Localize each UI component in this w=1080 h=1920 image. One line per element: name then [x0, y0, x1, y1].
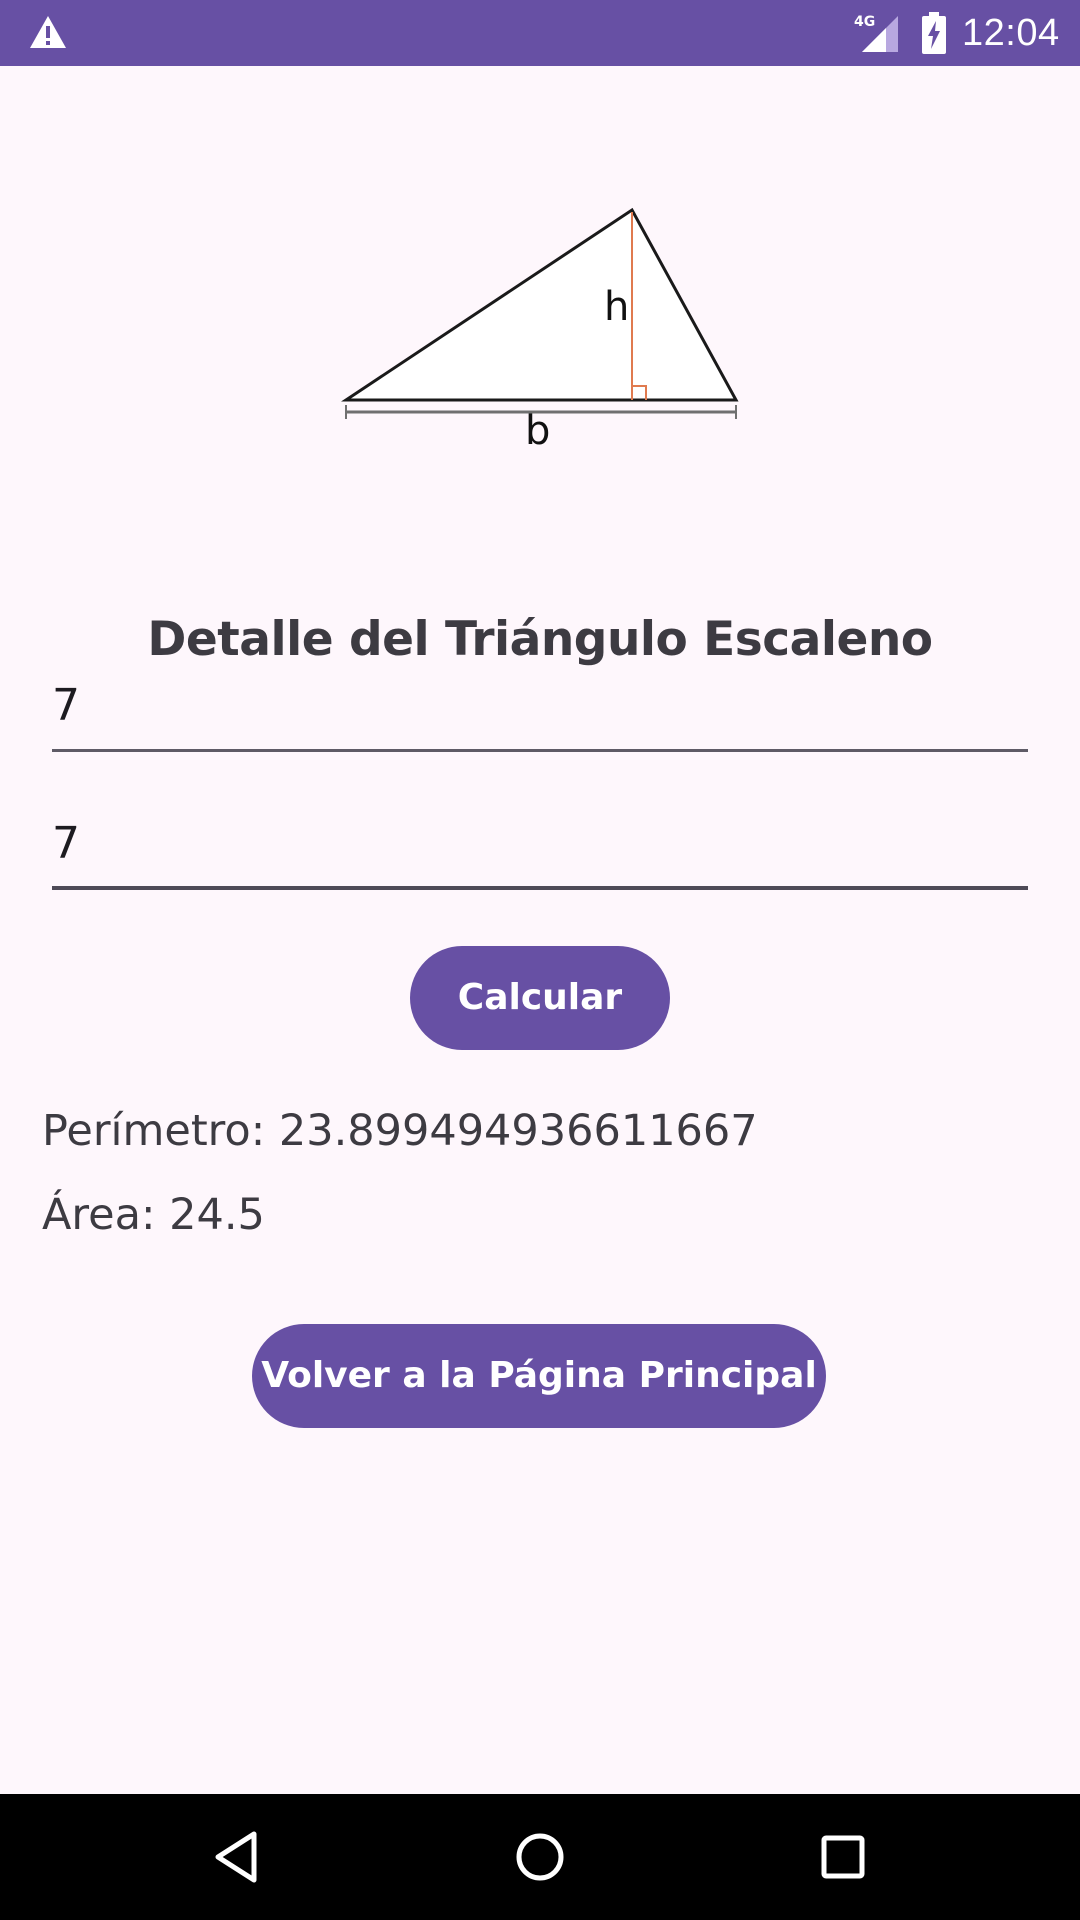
perimeter-result: Perímetro: 23.899494936611667 — [42, 1106, 758, 1156]
base-field[interactable] — [52, 664, 1028, 752]
status-time: 12:04 — [962, 12, 1060, 54]
height-input[interactable] — [52, 802, 1028, 884]
warning-icon — [30, 16, 66, 48]
height-field[interactable] — [52, 802, 1028, 890]
network-label: 4G — [854, 14, 875, 30]
navigation-bar — [0, 1794, 1080, 1920]
height-field-underline — [52, 886, 1028, 890]
area-result: Área: 24.5 — [42, 1190, 265, 1240]
triangle-illustration: h b — [341, 207, 739, 454]
back-icon[interactable] — [204, 1824, 270, 1890]
recents-icon[interactable] — [810, 1824, 876, 1890]
status-bar: 4G 12:04 — [0, 0, 1080, 66]
signal-4g-icon: 4G — [854, 14, 898, 52]
calculate-button[interactable]: Calcular — [410, 946, 670, 1050]
base-label: b — [525, 408, 550, 454]
height-label: h — [604, 284, 629, 330]
base-field-underline — [52, 749, 1028, 752]
battery-charging-icon — [922, 12, 946, 54]
page-title: Detalle del Triángulo Escaleno — [147, 612, 933, 667]
main-content: h b Detalle del Triángulo Escaleno Calcu… — [0, 66, 1080, 1794]
back-to-home-button[interactable]: Volver a la Página Principal — [252, 1324, 826, 1428]
home-icon[interactable] — [507, 1824, 573, 1890]
base-input[interactable] — [52, 664, 1028, 746]
